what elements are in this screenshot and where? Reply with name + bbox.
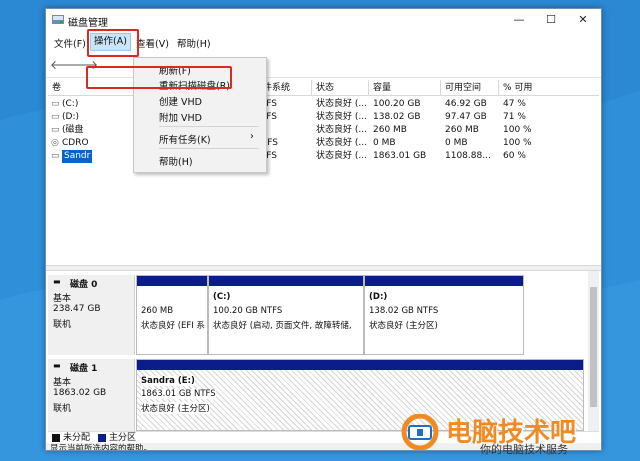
watermark-subtext: 你的电脑技术服务 — [480, 443, 568, 456]
menu-item-create-vhd[interactable]: 创建 VHD — [159, 94, 202, 108]
partition-size: 1863.01 GB NTFS — [141, 389, 216, 399]
volume-capacity: 260 MB — [373, 125, 407, 135]
volume-status: 状态良好 (... — [316, 112, 367, 122]
close-button[interactable]: ✕ — [568, 11, 598, 29]
scrollbar-thumb[interactable] — [590, 287, 597, 407]
volume-pct: 100 % — [503, 138, 532, 148]
column-header-pct-free[interactable]: % 可用 — [499, 80, 599, 96]
forward-arrow-icon[interactable]: 🡒 — [66, 58, 98, 72]
partition-bar — [137, 360, 583, 370]
disk-1-label[interactable]: ▬ 磁盘 1 基本 1863.02 GB 联机 — [48, 359, 135, 431]
drive-icon: ▭ — [51, 125, 60, 135]
status-text: 显示当前所选内容的帮助。 — [50, 444, 153, 451]
disk-type: 基本 — [53, 294, 72, 304]
title-bar: 磁盘管理 — ☐ ✕ — [46, 9, 601, 31]
partition-d[interactable]: (D:) 138.02 GB NTFS 状态良好 (主分区) — [364, 275, 524, 355]
vertical-scrollbar[interactable] — [588, 271, 599, 431]
menu-file[interactable]: 文件(F) — [54, 36, 86, 50]
volume-capacity: 0 MB — [373, 138, 396, 148]
volume-free: 0 MB — [445, 138, 468, 148]
volume-name: CDRO — [62, 138, 89, 148]
drive-icon: ▭ — [51, 112, 60, 122]
volume-status: 状态良好 (... — [316, 125, 367, 135]
volume-pct: 100 % — [503, 125, 532, 135]
partition-status: 状态良好 (启动, 页面文件, 故障转储, — [213, 321, 352, 331]
menu-item-help[interactable]: 帮助(H) — [159, 154, 193, 168]
menu-help[interactable]: 帮助(H) — [177, 36, 211, 50]
disk-icon: ▬ — [53, 361, 61, 370]
partition-bar — [137, 276, 207, 286]
volume-free: 1108.88... — [445, 151, 491, 161]
drive-icon: ▭ — [51, 151, 60, 161]
volume-name: (C:) — [62, 99, 79, 109]
watermark: 电脑技术吧 你的电脑技术服务 — [400, 410, 635, 456]
volume-capacity: 100.20 GB — [373, 99, 421, 109]
partition-c[interactable]: (C:) 100.20 GB NTFS 状态良好 (启动, 页面文件, 故障转储… — [208, 275, 364, 355]
back-arrow-icon[interactable]: 🡐 — [50, 58, 82, 72]
volume-free: 46.92 GB — [445, 99, 487, 109]
volume-list: 卷 布局 类型 文件系统 状态 容量 可用空间 % 可用 ▭ (C:) NTFS… — [48, 80, 599, 265]
partition-bar — [365, 276, 523, 286]
column-header-capacity[interactable]: 容量 — [369, 80, 441, 96]
submenu-arrow-icon: › — [250, 131, 254, 142]
volume-pct: 60 % — [503, 151, 526, 161]
partition-size: 100.20 GB NTFS — [213, 306, 283, 316]
menu-separator — [159, 126, 259, 127]
volume-capacity: 1863.01 GB — [373, 151, 427, 161]
menu-item-all-tasks[interactable]: 所有任务(K) — [159, 132, 211, 146]
disk-name: 磁盘 0 — [70, 280, 98, 290]
disk-size: 1863.02 GB — [53, 388, 107, 398]
partition-status: 状态良好 (主分区) — [141, 402, 210, 414]
volume-status: 状态良好 (... — [316, 99, 367, 109]
volume-free: 260 MB — [445, 125, 479, 135]
primary-swatch — [98, 434, 106, 442]
menu-view[interactable]: 查看(V) — [136, 36, 169, 50]
partition-efi[interactable]: 260 MB 状态良好 (EFI 系 — [136, 275, 208, 355]
partition-size: 138.02 GB NTFS — [369, 306, 439, 316]
watermark-logo-icon — [401, 414, 439, 450]
disk-size: 238.47 GB — [53, 304, 101, 314]
disk-0-row: ▬ 磁盘 0 基本 238.47 GB 联机 260 MB 状态良好 (EFI … — [48, 275, 586, 355]
disk-state: 联机 — [53, 320, 72, 330]
column-header-status[interactable]: 状态 — [312, 80, 369, 96]
disk-graphical-view: ▬ 磁盘 0 基本 238.47 GB 联机 260 MB 状态良好 (EFI … — [48, 271, 586, 431]
disk-state: 联机 — [53, 404, 72, 414]
disk-type: 基本 — [53, 378, 72, 388]
disk-management-window: 磁盘管理 — ☐ ✕ 文件(F) 操作(A) 查看(V) 帮助(H) 🡐 🡒 ▰… — [45, 8, 602, 451]
disk-icon: ▬ — [53, 277, 61, 286]
volume-capacity: 138.02 GB — [373, 112, 421, 122]
drive-icon: ▭ — [51, 99, 60, 109]
partition-bar — [209, 276, 363, 286]
volume-status: 状态良好 (... — [316, 138, 367, 148]
volume-pct: 71 % — [503, 112, 526, 122]
partition-status: 状态良好 (主分区) — [369, 321, 438, 331]
partition-title: (C:) — [213, 292, 231, 302]
maximize-button[interactable]: ☐ — [536, 11, 566, 29]
menu-item-attach-vhd[interactable]: 附加 VHD — [159, 110, 202, 124]
volume-name: (D:) — [62, 112, 79, 122]
rescan-highlight-box — [86, 66, 232, 89]
partition-size: 260 MB — [141, 306, 174, 316]
partition-title: Sandra (E:) — [141, 376, 195, 386]
volume-status: 状态良好 (... — [316, 151, 367, 161]
volume-name: (磁盘 — [62, 125, 84, 135]
column-header-free[interactable]: 可用空间 — [441, 80, 499, 96]
partition-status: 状态良好 (EFI 系 — [141, 321, 205, 331]
window-title: 磁盘管理 — [68, 18, 108, 29]
disk-name: 磁盘 1 — [70, 364, 98, 374]
volume-free: 97.47 GB — [445, 112, 487, 122]
disk-0-label[interactable]: ▬ 磁盘 0 基本 238.47 GB 联机 — [48, 275, 135, 355]
volume-pct: 47 % — [503, 99, 526, 109]
cdrom-icon: ◎ — [51, 138, 59, 148]
minimize-button[interactable]: — — [504, 11, 534, 29]
partition-title: (D:) — [369, 292, 388, 302]
volume-name: Sandr — [62, 150, 93, 163]
unallocated-swatch — [52, 434, 60, 442]
disk-management-icon — [52, 15, 64, 24]
menu-separator — [159, 148, 259, 149]
